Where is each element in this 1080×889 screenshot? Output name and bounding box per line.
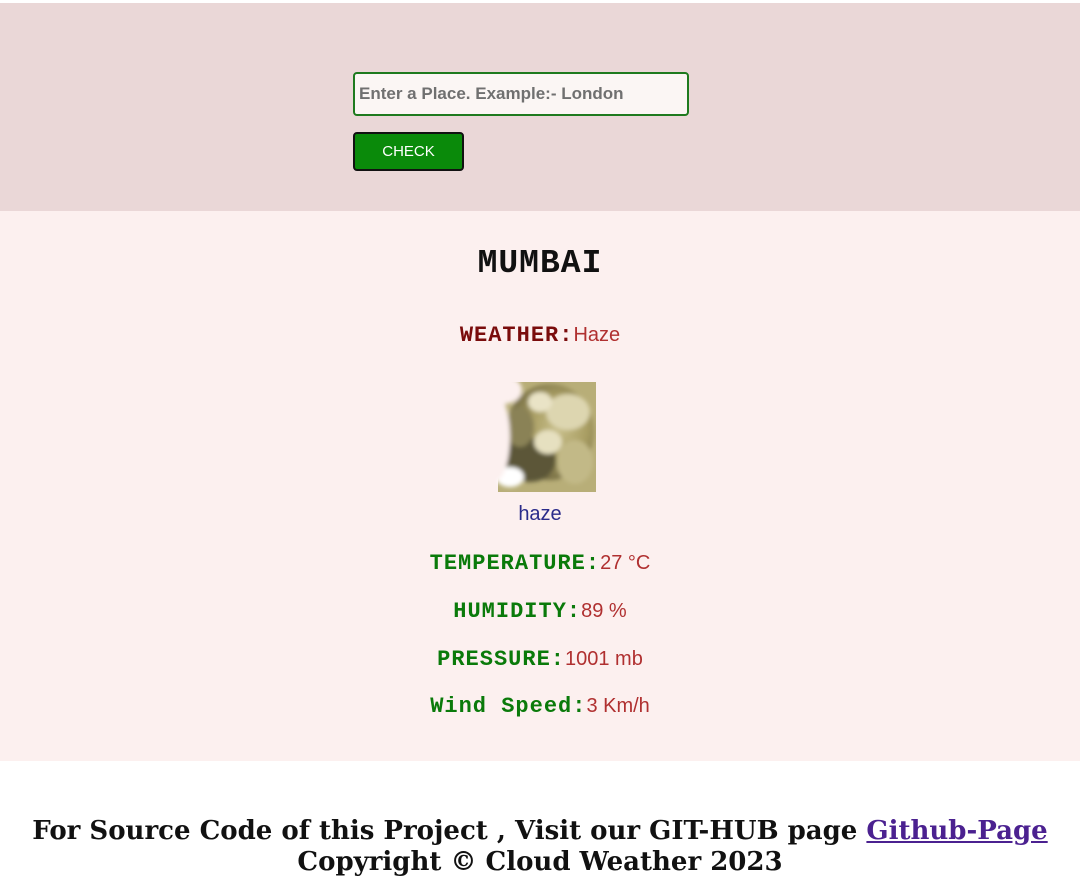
temperature-row: TEMPERATURE:27 °C (0, 549, 1080, 579)
weather-row: WEATHER:Haze (0, 321, 1080, 351)
check-button[interactable]: CHECK (353, 132, 464, 171)
temperature-label: TEMPERATURE: (429, 551, 601, 576)
icon-caption: haze (518, 503, 562, 525)
weather-value: Haze (573, 324, 621, 346)
wind-speed-row: Wind Speed:3 Km/h (0, 692, 1080, 722)
humidity-value: 89 % (581, 600, 627, 622)
weather-result-panel: MUMBAI WEATHER:Haze haze TEMPERATURE:27 … (0, 211, 1080, 761)
wind-speed-value: 3 Km/h (586, 695, 650, 717)
wind-speed-label: Wind Speed: (430, 694, 587, 719)
source-code-line: For Source Code of this Project , Visit … (0, 815, 1080, 847)
pressure-value: 1001 mb (564, 648, 643, 670)
haze-weather-icon (490, 382, 596, 492)
source-code-text: For Source Code of this Project , Visit … (32, 816, 867, 846)
city-title: MUMBAI (477, 245, 603, 282)
pressure-row: PRESSURE:1001 mb (0, 645, 1080, 675)
place-search-input[interactable] (353, 72, 689, 116)
weather-label: WEATHER: (459, 323, 574, 348)
pressure-label: PRESSURE: (437, 647, 565, 672)
humidity-row: HUMIDITY:89 % (0, 597, 1080, 627)
search-panel: CHECK (0, 3, 1080, 211)
page-footer: For Source Code of this Project , Visit … (0, 761, 1080, 889)
temperature-value: 27 °C (600, 552, 651, 574)
github-page-link[interactable]: Github-Page (866, 816, 1047, 846)
copyright-text: Copyright © Cloud Weather 2023 (297, 847, 783, 877)
humidity-label: HUMIDITY: (453, 599, 582, 624)
